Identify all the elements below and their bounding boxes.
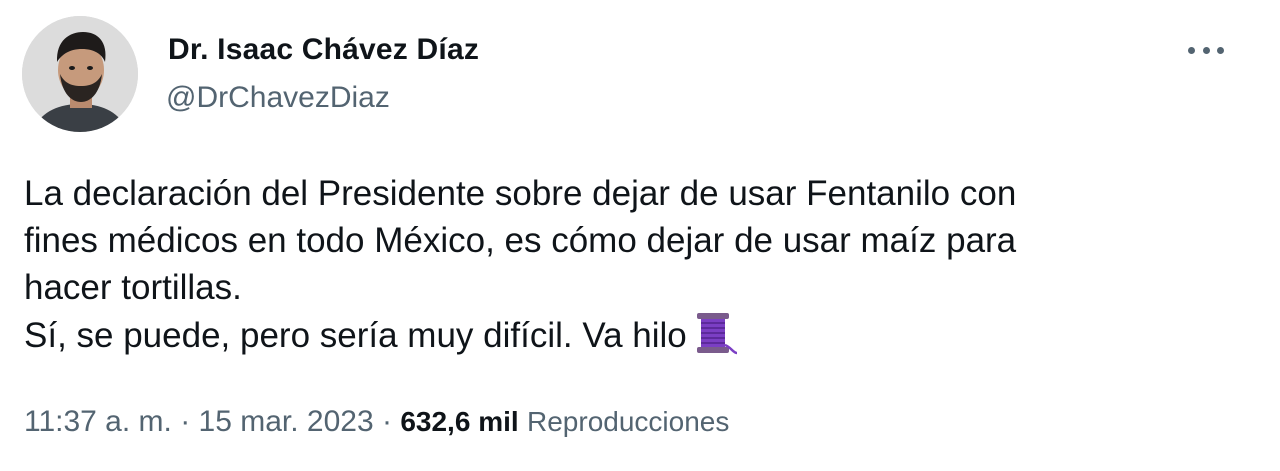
- tweet-text-line-4: Sí, se puede, pero sería muy difícil. Va…: [24, 316, 687, 355]
- dot: [1202, 46, 1210, 54]
- dot: [1217, 46, 1224, 54]
- thread-spool-icon: [695, 311, 739, 369]
- author-handle[interactable]: @DrChavezDiaz: [166, 80, 390, 116]
- meta-separator: ·: [373, 405, 401, 438]
- tweet-text-line-2: fines médicos en todo México, es cómo de…: [24, 221, 1017, 260]
- tweet-text-line-1: La declaración del Presidente sobre deja…: [24, 174, 1017, 213]
- tweet-text: La declaración del Presidente sobre deja…: [24, 170, 1254, 369]
- tweet-text-line-3: hacer tortillas.: [24, 268, 242, 307]
- dot: [1188, 46, 1195, 54]
- author-display-name[interactable]: Dr. Isaac Chávez Díaz: [168, 32, 479, 68]
- tweet-meta: 11:37 a. m. · 15 mar. 2023 · 632,6 mil R…: [24, 402, 729, 442]
- avatar[interactable]: [22, 16, 138, 132]
- tweet-date[interactable]: 15 mar. 2023: [199, 405, 374, 438]
- meta-separator: ·: [171, 405, 199, 438]
- avatar-photo: [22, 16, 138, 132]
- more-options-icon[interactable]: [1188, 40, 1224, 60]
- tweet-time[interactable]: 11:37 a. m.: [24, 405, 172, 438]
- views-count: 632,6 mil: [400, 406, 519, 437]
- views-label: Reproducciones: [527, 406, 730, 437]
- tweet-card: Dr. Isaac Chávez Díaz @DrChavezDiaz La d…: [0, 0, 1280, 471]
